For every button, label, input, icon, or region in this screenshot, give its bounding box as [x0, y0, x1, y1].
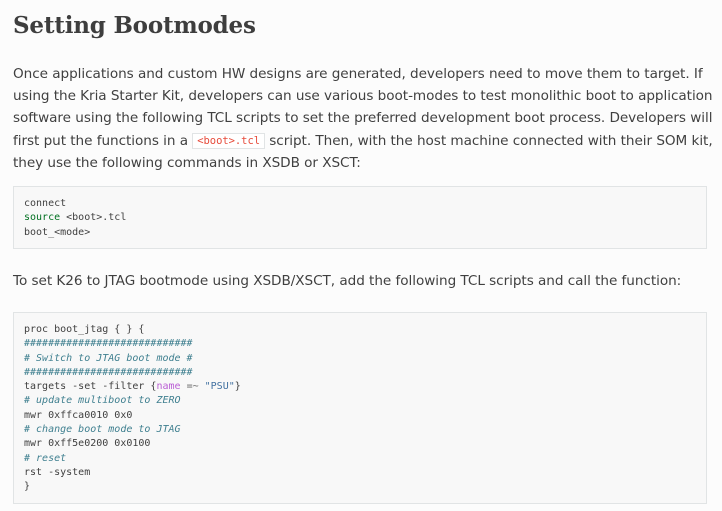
code-line: connect	[24, 198, 67, 209]
code-line: mwr 0xffca0010 0x0	[24, 409, 133, 421]
intro-paragraph: Once applications and custom HW designs …	[13, 63, 713, 174]
code-line: proc boot_jtag { } {	[24, 324, 145, 335]
code-line: targets -set -filter {name =~ "PSU"}	[24, 380, 696, 394]
document-page: Setting Bootmodes Once applications and …	[0, 0, 722, 511]
code-comment: # change boot mode to JTAG	[24, 424, 181, 436]
code-line: }	[24, 481, 31, 493]
code-line: rst -system	[24, 466, 91, 478]
page-title: Setting Bootmodes	[13, 12, 256, 39]
code-text: }	[234, 381, 241, 393]
code-block-boot-jtag[interactable]: proc boot_jtag { } { ####################…	[13, 312, 707, 504]
code-block-commands[interactable]: connect source <boot>.tcl boot_<mode>	[13, 186, 707, 249]
inline-code-boot-tcl: <boot>.tcl	[192, 132, 265, 149]
code-comment: ############################	[24, 366, 193, 378]
code-variable: name	[156, 381, 181, 393]
code-operator: =~	[180, 381, 205, 393]
jtag-intro-paragraph: To set K26 to JTAG bootmode using XSDB/X…	[13, 273, 682, 289]
code-comment: # reset	[24, 452, 67, 464]
code-line: source <boot>.tcl	[24, 211, 696, 225]
code-line: mwr 0xff5e0200 0x0100	[24, 438, 151, 450]
code-text: <boot>.tcl	[60, 212, 127, 224]
code-keyword: source	[24, 212, 61, 224]
code-comment: ############################	[24, 338, 193, 350]
code-comment: # Switch to JTAG boot mode #	[24, 352, 193, 364]
code-text: targets -set -filter {	[24, 381, 157, 393]
code-comment: # update multiboot to ZERO	[24, 395, 181, 407]
code-line: boot_<mode>	[24, 226, 91, 238]
code-string: "PSU"	[204, 381, 235, 393]
